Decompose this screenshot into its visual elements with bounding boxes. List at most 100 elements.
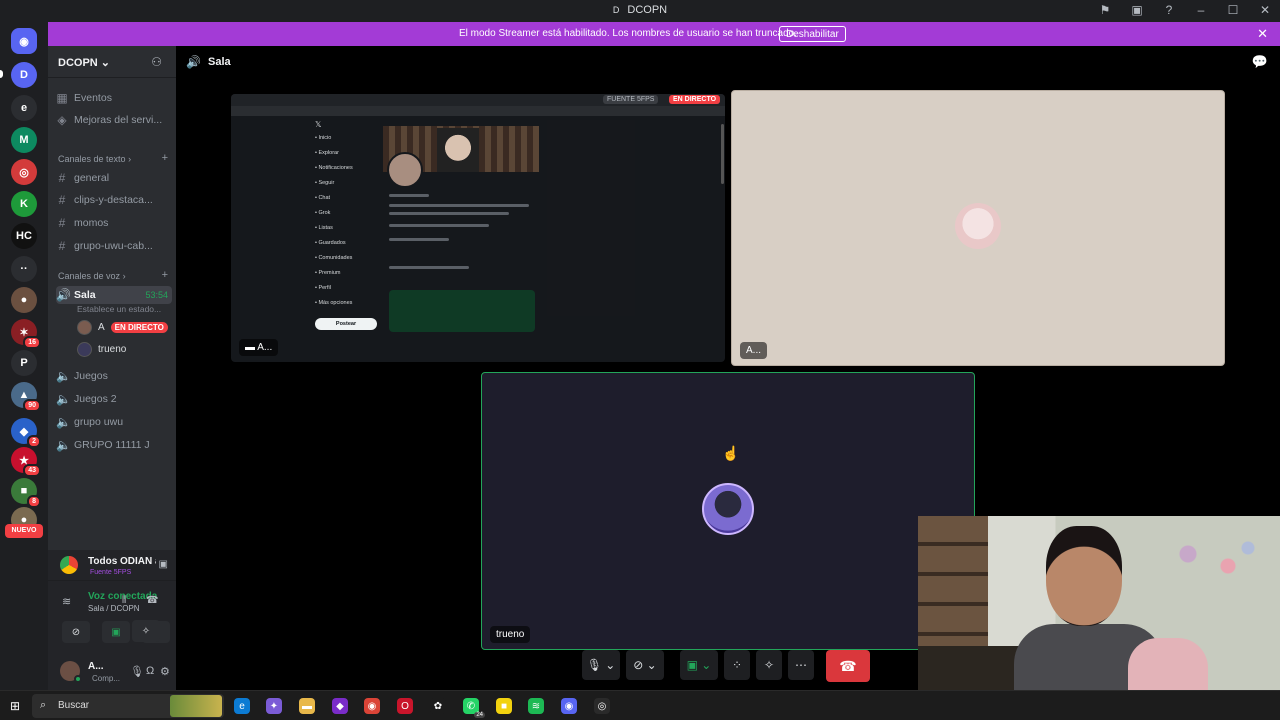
webcam-overlay xyxy=(918,516,1280,690)
opera-icon[interactable]: O xyxy=(397,698,413,714)
text-line xyxy=(389,204,529,207)
stop-stream-icon[interactable]: ▣ xyxy=(159,559,168,570)
add-channel-icon[interactable]: + xyxy=(162,152,168,164)
voice-channel[interactable]: 🔈 grupo uwu xyxy=(56,412,172,432)
copilot-icon[interactable]: ✦ xyxy=(266,698,282,714)
server-header[interactable]: DCOPN ⌄ ⚇ xyxy=(48,46,176,78)
voice-channel-sala[interactable]: 🔊 Sala 53:54 xyxy=(56,286,172,304)
voice-category[interactable]: Canales de voz › + xyxy=(58,269,170,281)
voice-user-a[interactable]: A EN DIRECTO xyxy=(77,318,168,336)
signal-icon[interactable]: ≋ xyxy=(62,595,71,608)
notes-icon[interactable]: ■ xyxy=(496,698,512,714)
wall-stickers-image xyxy=(1168,536,1268,596)
disconnect-icon[interactable]: ☎ xyxy=(146,595,158,606)
server-blue-icon[interactable]: ◆ 2 xyxy=(11,418,41,448)
server-car-icon[interactable]: ▲ 90 xyxy=(11,382,41,412)
hash-icon: # xyxy=(58,193,66,207)
headphones-icon[interactable]: Ω xyxy=(146,665,154,677)
help-icon[interactable]: ? xyxy=(1162,3,1176,17)
camera-off-button[interactable]: ⊘ xyxy=(62,621,90,643)
more-options-button[interactable]: ⋯ xyxy=(788,650,814,680)
channel-header: 🔊 Sala 💬 xyxy=(176,46,1280,78)
server-rail: ◉ De M ◎ K HC ·· ● ✶ 16 P ▲ 90 ◆ 2 ★ 43 ■ 8 ● NUEVO xyxy=(0,22,48,690)
boost-icon: ◈ xyxy=(57,113,67,127)
server-green-icon[interactable]: ■ 8 xyxy=(11,478,41,508)
whatsapp-icon[interactable]: ✆ 24 xyxy=(463,698,485,718)
voice-channel[interactable]: 🔈 Juegos xyxy=(56,366,172,386)
set-status-hint[interactable]: Establece un estado... xyxy=(77,304,161,314)
twitter-nav-item: • Notificaciones xyxy=(315,165,353,171)
screen-share-button[interactable]: ▣ xyxy=(102,621,130,643)
disable-streamer-button[interactable]: Deshabilitar xyxy=(779,26,846,42)
person-face-image xyxy=(1046,526,1122,626)
text-channel[interactable]: # general xyxy=(56,168,172,188)
discord-icon[interactable]: ◉ xyxy=(561,698,577,714)
chrome-icon[interactable]: ◉ xyxy=(364,698,380,714)
add-member-icon[interactable]: ⚇ xyxy=(151,55,162,69)
server-p-icon[interactable]: P xyxy=(11,350,37,376)
server-flag-icon[interactable]: ★ 43 xyxy=(11,447,41,477)
microphone-icon[interactable]: 🎙 xyxy=(130,665,144,678)
server-hc-icon[interactable]: HC xyxy=(11,223,37,249)
x-logo-icon: 𝕏 xyxy=(315,120,322,129)
voice-channel[interactable]: 🔈 Juegos 2 xyxy=(56,389,172,409)
twitter-nav-item: • Listas xyxy=(315,225,333,231)
hang-up-button[interactable]: ☎ xyxy=(826,650,870,682)
boosts-item[interactable]: ◈ Mejoras del servi... xyxy=(56,110,172,130)
activity-panel[interactable]: Todos ODIAN a DA... Fuente 5FPS ▣ xyxy=(48,550,176,580)
chat-bubble-icon[interactable]: 💬 xyxy=(1252,54,1268,70)
purple-app-icon[interactable]: ◆ xyxy=(332,698,348,714)
text-category[interactable]: Canales de texto › + xyxy=(58,152,170,164)
activities-button[interactable]: ⁘ xyxy=(724,650,750,680)
windows-start-icon[interactable]: ⊞ xyxy=(10,699,20,713)
unread-badge: 90 xyxy=(23,399,41,412)
twitter-nav-item: • Grok xyxy=(315,210,331,216)
taskbar-search[interactable]: ⌕ Buscar xyxy=(32,694,224,718)
text-channel[interactable]: # momos xyxy=(56,213,172,233)
server-dots-icon[interactable]: ·· xyxy=(11,256,37,282)
server-red-icon[interactable]: ◎ xyxy=(11,159,37,185)
discord-home-icon[interactable]: ◉ xyxy=(11,28,37,54)
maximize-icon[interactable]: ☐ xyxy=(1226,3,1240,17)
camera-off-button[interactable]: ⊘ ⌄ xyxy=(626,650,664,680)
soundboard-button[interactable]: ✧ xyxy=(756,650,782,680)
obs-icon[interactable]: ◎ xyxy=(594,698,610,714)
stream-user-label: ▬ A... xyxy=(239,339,279,356)
new-badge: NUEVO xyxy=(5,524,43,538)
device-icon[interactable]: ▣ xyxy=(1130,3,1144,17)
spotify-icon[interactable]: ≋ xyxy=(528,698,544,714)
server-d-icon[interactable]: D xyxy=(11,62,37,88)
add-voice-channel-icon[interactable]: + xyxy=(162,269,168,281)
server-m-icon[interactable]: M xyxy=(11,127,37,153)
chatgpt-icon[interactable]: ✿ xyxy=(430,698,446,714)
live-badge: EN DIRECTO xyxy=(669,95,721,104)
avatar xyxy=(77,341,92,357)
voice-user-trueno[interactable]: trueno xyxy=(77,340,126,358)
speaker-icon: 🔊 xyxy=(186,55,201,69)
edge-icon[interactable]: e xyxy=(234,698,250,714)
close-window-icon[interactable]: ✕ xyxy=(1258,3,1272,17)
microphone-button[interactable]: 🎙 ⌄ xyxy=(582,650,620,680)
text-channel[interactable]: # clips-y-destaca... xyxy=(56,190,172,210)
settings-icon[interactable]: ⚙ xyxy=(160,665,170,678)
minimize-icon[interactable]: – xyxy=(1194,3,1208,17)
participant-tile[interactable]: A... xyxy=(731,90,1225,366)
explorer-icon[interactable]: ▬ xyxy=(299,698,315,714)
server-red2-icon[interactable]: ✶ 16 xyxy=(11,319,41,349)
text-channel[interactable]: # grupo-uwu-cab... xyxy=(56,236,172,256)
close-icon[interactable]: ✕ xyxy=(1257,26,1268,42)
voice-channel[interactable]: 🔈 GRUPO 11111 J xyxy=(56,435,172,455)
server-person-icon[interactable]: ● xyxy=(11,287,37,313)
call-controls: 🎙 ⌄ ⊘ ⌄ ▣ ⌄ ⁘ ✧ ⋯ ☎ xyxy=(576,648,876,682)
screen-share-button[interactable]: ▣ ⌄ xyxy=(680,650,718,680)
stream-tile[interactable]: FUENTE 5FPS EN DIRECTO 𝕏 • Inicio • Explor… xyxy=(231,94,725,362)
user-panel[interactable]: A... Comp... 🎙 Ω ⚙ xyxy=(48,651,176,691)
noise-icon[interactable]: ⫴ xyxy=(122,595,126,606)
events-item[interactable]: ▦ Eventos xyxy=(56,88,172,108)
soundboard-button[interactable]: ✧ xyxy=(132,620,160,642)
server-k-icon[interactable]: K xyxy=(11,191,37,217)
gallery-icon[interactable]: ⚑ xyxy=(1098,3,1112,17)
live-badge: EN DIRECTO xyxy=(110,321,168,333)
server-e-icon[interactable]: e xyxy=(11,95,37,121)
participant-tile-trueno[interactable]: ☝ trueno xyxy=(481,372,975,650)
